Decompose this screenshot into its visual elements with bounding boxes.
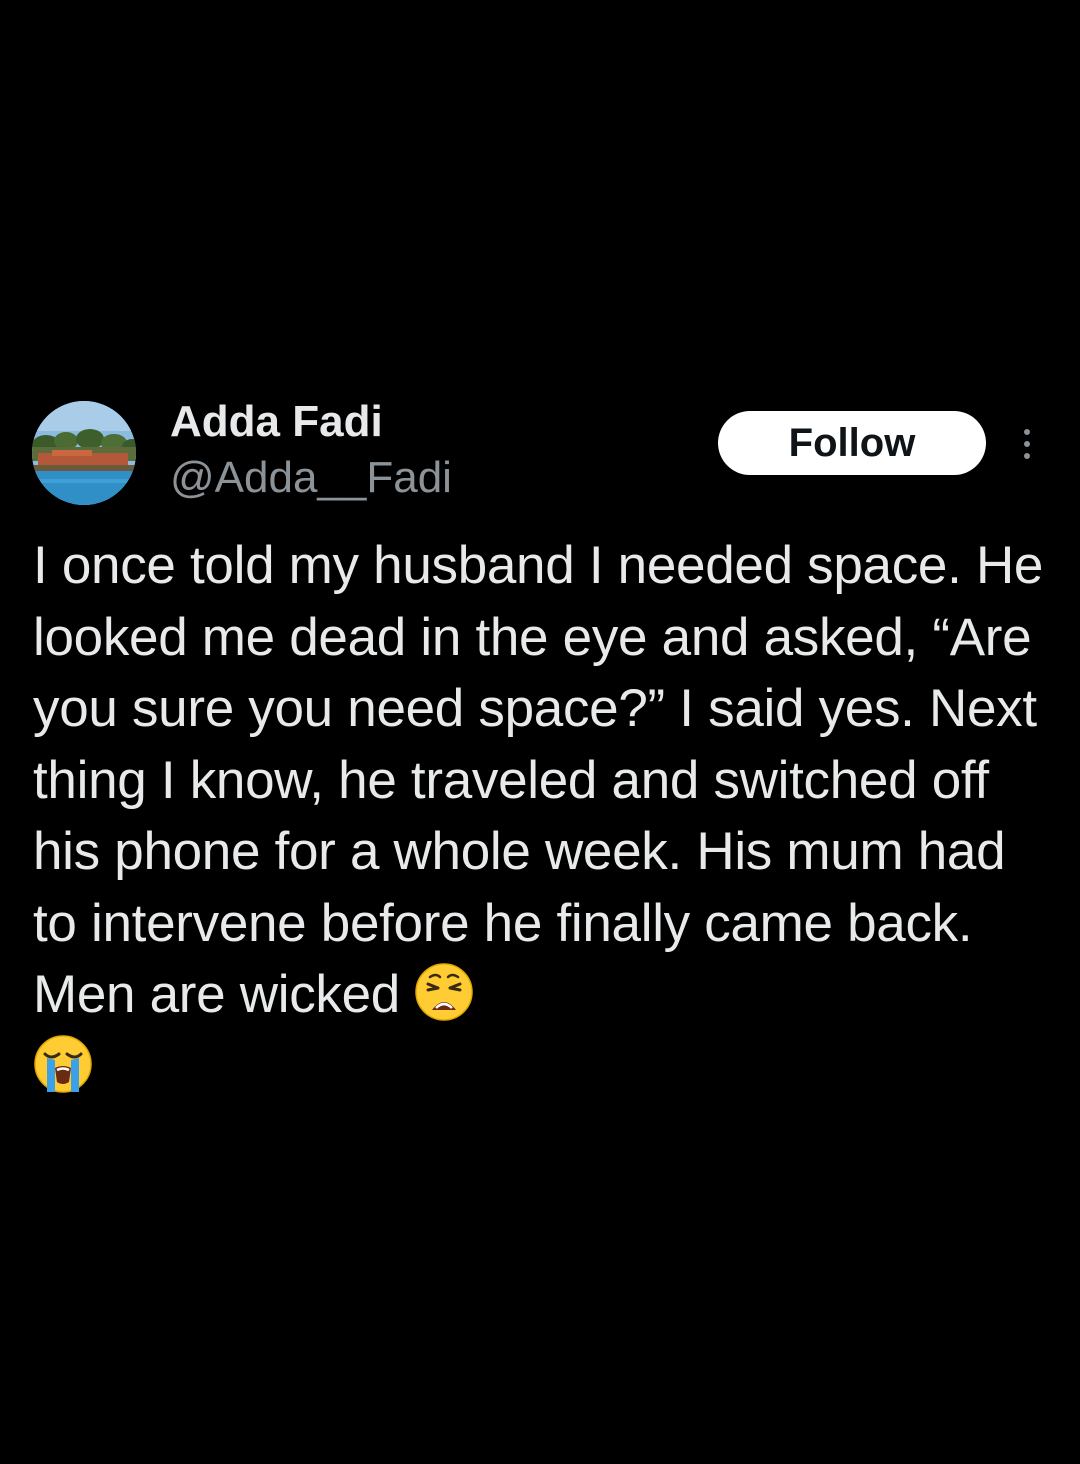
dot (1024, 453, 1030, 459)
tweet-text: I once told my husband I needed space. H… (33, 536, 1044, 1024)
handle[interactable]: @Adda__Fadi (170, 450, 452, 506)
loudly-crying-face-emoji-icon (33, 1034, 93, 1094)
more-vertical-icon[interactable] (1010, 420, 1044, 468)
dot (1024, 441, 1030, 447)
display-name[interactable]: Adda Fadi (170, 394, 383, 450)
follow-button[interactable]: Follow (718, 411, 986, 475)
landscape-avatar-icon (32, 401, 136, 505)
tweet-text-block: I once told my husband I needed space. H… (33, 530, 1053, 1102)
avatar[interactable] (32, 401, 136, 505)
tweet-card: Adda Fadi @Adda__Fadi Follow I once told… (0, 0, 1080, 1464)
dot (1024, 429, 1030, 435)
weary-face-emoji-icon (414, 962, 474, 1022)
